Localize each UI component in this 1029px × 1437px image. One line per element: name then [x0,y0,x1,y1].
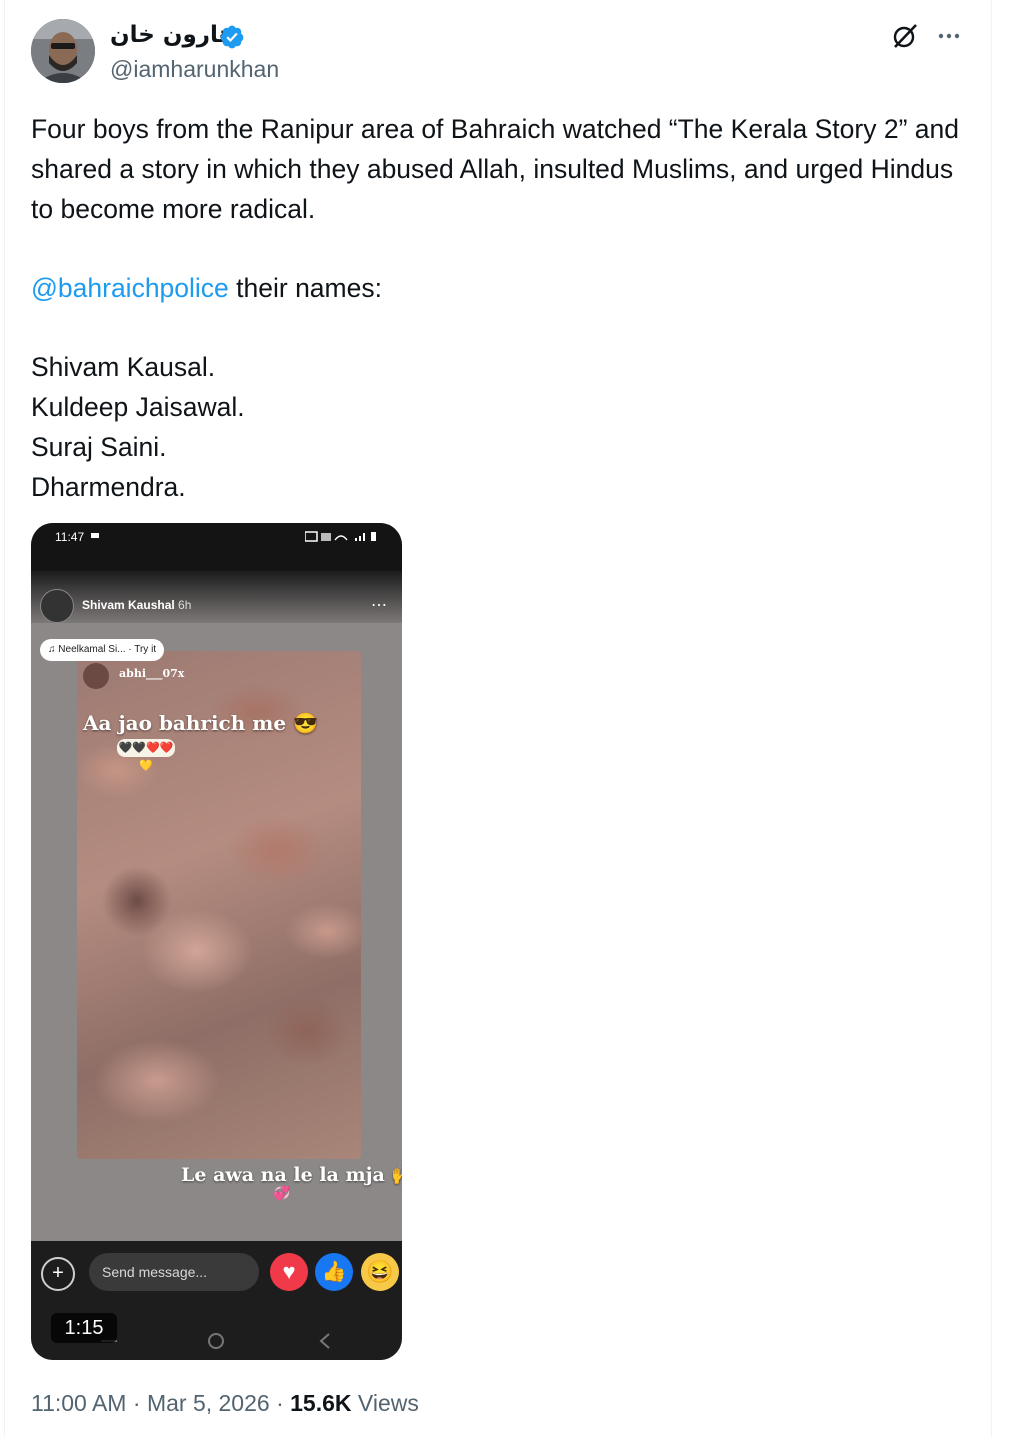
add-icon: + [41,1257,75,1291]
music-chip: ♫ Neelkamal Si... · Try it [40,639,165,661]
send-message-field: Send message... [89,1253,259,1291]
story-more-icon: ⋯ [371,597,388,614]
tweet-time[interactable]: 11:00 AM [31,1390,126,1416]
name-line: Shivam Kausal. [31,352,216,382]
video-media[interactable]: 11:47 Shivam Kaushal 6h ⋯ ♫ Neelkamal Si… [31,523,402,1360]
tweet-date[interactable]: Mar 5, 2026 [147,1390,270,1416]
tweet-mention-line: @bahraichpolice their names: [31,268,971,308]
author-handle[interactable]: @iamharunkhan [110,56,279,83]
author-avatar[interactable] [31,19,95,83]
reply-user-avatar [83,663,109,689]
more-icon[interactable] [933,20,965,52]
heart-reaction-icon: ♥ [270,1253,308,1291]
like-reaction-icon: 👍 [315,1253,353,1291]
tweet-text: Four boys from the Ranipur area of Bahra… [31,109,971,507]
status-time: 11:47 [55,530,85,544]
name-line: Kuldeep Jaisawal. [31,392,245,422]
story-user-line: Shivam Kaushal 6h [82,598,191,612]
music-chip-text: Neelkamal Si... · Try it [58,644,157,655]
story-user-name: Shivam Kaushal [82,598,175,612]
name-line: Suraj Saini. [31,432,167,462]
notification-icon [91,533,99,538]
story-user-avatar [40,589,74,623]
meta-separator: · [132,1390,141,1416]
story-caption-top: Aa jao bahrich me 😎 [83,711,318,735]
name-line: Dharmendra. [31,472,186,502]
grok-icon[interactable] [889,20,921,52]
views-count: 15.6K [290,1390,352,1416]
verified-badge-icon [220,25,244,49]
hearts-sticker: 🖤🖤❤️❤️💛 [117,739,175,772]
story-header [31,571,402,630]
tweet-paragraph: Four boys from the Ranipur area of Bahra… [31,114,959,224]
views-label: Views [357,1390,419,1416]
tweet-meta: 11:00 AM · Mar 5, 2026 · 15.6K Views [31,1390,419,1417]
reply-user-name: abhi___07x [119,667,185,680]
heart-sticker: 💞 [273,1185,291,1201]
laugh-reaction-icon: 😆 [361,1253,399,1291]
meta-separator: · [276,1390,284,1416]
status-icons [305,531,376,542]
mention-link[interactable]: @bahraichpolice [31,273,229,303]
phone-nav-bar [101,1333,330,1349]
story-caption-bottom: Le awa na le la mja 🙌 [181,1164,402,1186]
author-display-name[interactable]: هارون خان [110,22,235,48]
phone-status-bar: 11:47 [31,523,402,571]
mention-suffix: their names: [228,273,382,303]
avatar-image [31,19,95,83]
story-age: 6h [178,598,192,612]
video-duration: 1:15 [51,1313,117,1343]
